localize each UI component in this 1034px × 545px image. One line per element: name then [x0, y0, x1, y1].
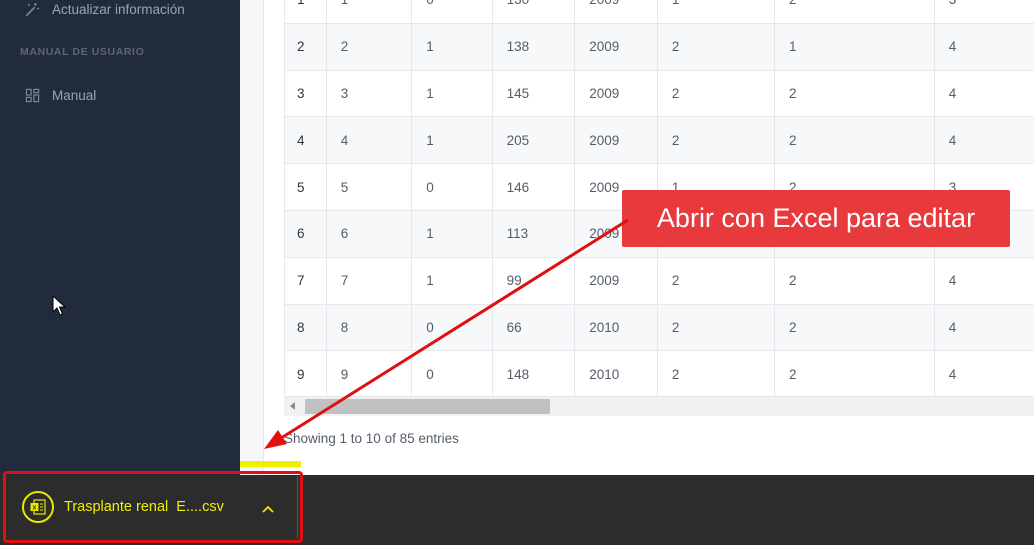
table-cell: 148	[491, 350, 576, 399]
table-cell: 4	[933, 69, 1034, 118]
table-cell: 6	[325, 209, 413, 258]
table-cell: 2009	[574, 22, 658, 71]
table-cell: 9	[325, 350, 413, 399]
table-cell: 0	[411, 163, 493, 211]
table-cell: 7	[284, 256, 327, 305]
mouse-cursor-icon	[52, 294, 67, 322]
svg-text:x: x	[33, 505, 37, 512]
sidebar-section-heading: MANUAL DE USUARIO	[20, 46, 145, 58]
table-cell: 2009	[574, 69, 658, 118]
table-cell: 1	[411, 22, 493, 71]
sidebar-item-update-info[interactable]: Actualizar información	[24, 1, 185, 17]
table-cell: 4	[325, 116, 413, 165]
table-cell: 6	[284, 209, 327, 258]
table-cell: 2010	[574, 350, 658, 399]
sidebar: Actualizar información MANUAL DE USUARIO…	[0, 0, 240, 475]
dashboard-icon	[24, 87, 40, 103]
magic-wand-icon	[24, 1, 40, 17]
table-cell: 2	[656, 116, 776, 165]
table-cell: 0	[411, 303, 493, 352]
table-cell: 1	[656, 0, 776, 24]
table-cell: 1	[284, 0, 327, 24]
table-cell: 4	[933, 303, 1034, 352]
table-cell: 205	[491, 116, 576, 165]
table-row: 8 8 0 66 2010 2 2 4	[284, 303, 1034, 352]
table-cell: 2	[656, 350, 776, 399]
table-cell: 2	[774, 116, 935, 165]
table-cell: 4	[933, 256, 1034, 305]
table-cell: 2010	[574, 303, 658, 352]
table-row: 2 2 1 138 2009 2 1 4	[284, 22, 1034, 71]
table-cell: 2	[325, 22, 413, 71]
annotation-callout: Abrir con Excel para editar	[622, 190, 1010, 247]
table-cell: 9	[284, 350, 327, 399]
table-cell: 4	[933, 116, 1034, 165]
table-row: 4 4 1 205 2009 2 2 4	[284, 116, 1034, 165]
table-cell: 2	[656, 69, 776, 118]
table-row: 9 9 0 148 2010 2 2 4	[284, 350, 1034, 399]
table-cell: 2	[774, 256, 935, 305]
scroll-left-icon[interactable]	[290, 402, 295, 410]
table-cell: 3	[933, 0, 1034, 24]
table-row: 1101302009123	[284, 0, 1034, 24]
table-cell: 66	[491, 303, 576, 352]
table-cell: 4	[284, 116, 327, 165]
table-cell: 2	[656, 256, 776, 305]
table-cell: 8	[284, 303, 327, 352]
table-cell: 2	[774, 0, 935, 24]
table-cell: 130	[491, 0, 576, 24]
table-cell: 146	[491, 163, 576, 211]
table-cell: 2	[656, 22, 776, 71]
download-file-name: Trasplante renal E....csv	[64, 499, 224, 515]
table-cell: 1	[411, 209, 493, 258]
table-cell: 1	[325, 0, 413, 24]
excel-file-icon: x	[22, 491, 54, 523]
table-cell: 2	[774, 350, 935, 399]
table-cell: 5	[284, 163, 327, 211]
table-cell: 1	[774, 22, 935, 71]
table-cell: 4	[933, 350, 1034, 399]
table-cell: 0	[411, 0, 493, 24]
table-cell: 2	[656, 303, 776, 352]
table-cell: 1	[411, 116, 493, 165]
table-cell: 145	[491, 69, 576, 118]
sidebar-item-label: Actualizar información	[52, 1, 185, 17]
table-cell: 2	[284, 22, 327, 71]
horizontal-scrollbar[interactable]	[284, 396, 1034, 416]
table-cell: 5	[325, 163, 413, 211]
table-cell: 3	[284, 69, 327, 118]
highlight-strip	[240, 461, 301, 467]
table-row: 3 3 1 145 2009 2 2 4	[284, 69, 1034, 118]
table-cell: 1	[411, 69, 493, 118]
table-cell: 113	[491, 209, 576, 258]
table-cell: 0	[411, 350, 493, 399]
download-item[interactable]: x Trasplante renal E....csv	[3, 471, 303, 543]
table-cell: 2009	[574, 0, 658, 24]
table-cell: 2	[774, 303, 935, 352]
table-cell: 8	[325, 303, 413, 352]
table-cell: 99	[491, 256, 576, 305]
table-cell: 3	[325, 69, 413, 118]
scrollbar-thumb[interactable]	[305, 399, 550, 414]
table-cell: 2009	[574, 256, 658, 305]
table-cell: 7	[325, 256, 413, 305]
content-gutter	[240, 0, 264, 475]
table-cell: 138	[491, 22, 576, 71]
chevron-up-icon[interactable]	[261, 501, 275, 519]
table-cell: 2	[774, 69, 935, 118]
table-cell: 1	[411, 256, 493, 305]
table-cell: 2009	[574, 116, 658, 165]
table-cell: 4	[933, 22, 1034, 71]
table-info-text: Showing 1 to 10 of 85 entries	[284, 431, 459, 446]
sidebar-item-label: Manual	[52, 87, 97, 103]
sidebar-item-manual[interactable]: Manual	[24, 87, 96, 103]
table-row: 7 7 1 99 2009 2 2 4	[284, 256, 1034, 305]
